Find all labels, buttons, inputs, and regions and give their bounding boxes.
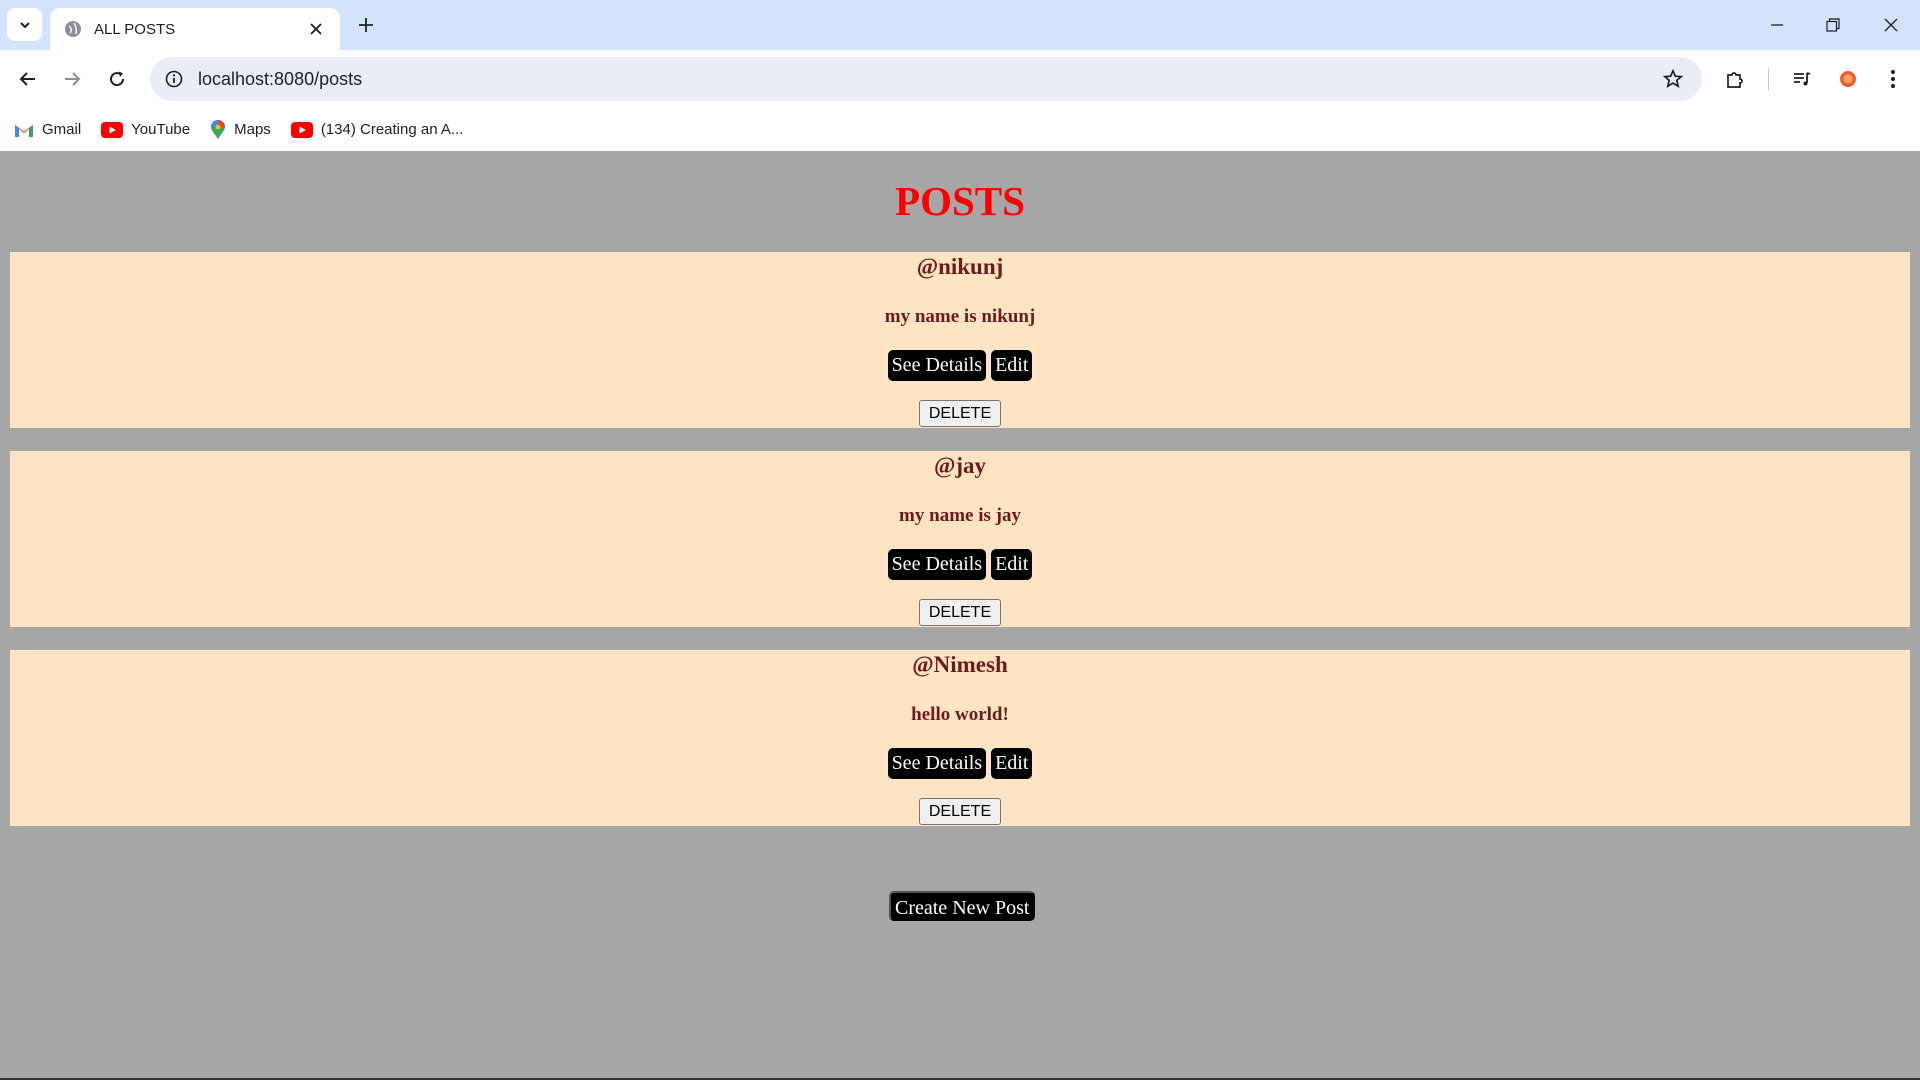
youtube-icon [290, 121, 313, 138]
see-details-button[interactable]: See Details [887, 350, 987, 381]
toolbar-separator [1768, 68, 1769, 90]
see-details-button[interactable]: See Details [887, 748, 987, 779]
restore-icon [1826, 18, 1840, 32]
post-username: @Nimesh [912, 652, 1008, 677]
reload-icon [110, 71, 125, 87]
post-card: @Nimesh hello world! See Details Edit DE… [10, 650, 1910, 826]
back-button[interactable] [12, 63, 44, 95]
page-title: POSTS [895, 178, 1025, 224]
forward-arrow-icon [65, 72, 81, 86]
bookmark-youtube-video[interactable]: (134) Creating an A... [290, 115, 464, 145]
delete-button[interactable]: DELETE [918, 400, 1002, 427]
bookmark-label: (134) Creating an A... [320, 121, 464, 138]
post-card: @jay my name is jay See Details Edit DEL… [10, 451, 1910, 627]
bookmark-star-icon[interactable] [1658, 64, 1688, 94]
minimize-icon [1771, 24, 1783, 26]
chevron-down-icon [19, 21, 30, 28]
gmail-icon [15, 124, 33, 137]
bookmarks-bar: Gmail YouTube Maps (134) Creating an A..… [0, 108, 1920, 151]
post-card: @nikunj my name is nikunj See Details Ed… [10, 252, 1910, 428]
browser-toolbar: localhost:8080/posts [0, 50, 1920, 108]
globe-icon [65, 21, 81, 37]
kebab-menu-icon [1891, 70, 1895, 88]
delete-button[interactable]: DELETE [918, 798, 1002, 825]
see-details-button[interactable]: See Details [887, 549, 987, 580]
post-username: @jay [933, 453, 987, 478]
browser-menu-button[interactable] [1877, 63, 1909, 95]
site-info-icon[interactable] [161, 66, 187, 92]
puzzle-icon [1727, 72, 1743, 88]
page-content: POSTS @nikunj my name is nikunj See Deta… [0, 151, 1920, 1080]
bookmark-label: YouTube [131, 121, 191, 138]
close-icon [1884, 18, 1898, 32]
reload-button[interactable] [101, 63, 133, 95]
address-bar[interactable]: localhost:8080/posts [150, 57, 1702, 101]
new-tab-button[interactable] [354, 13, 378, 37]
bookmark-gmail[interactable]: Gmail [14, 115, 81, 145]
profile-button[interactable] [1832, 63, 1864, 95]
bookmark-youtube[interactable]: YouTube [101, 115, 190, 145]
youtube-icon [101, 121, 124, 138]
post-username: @nikunj [916, 254, 1004, 279]
bookmark-label: Gmail [42, 121, 82, 138]
bookmark-label: Maps [234, 121, 271, 138]
delete-button[interactable]: DELETE [918, 599, 1002, 626]
maps-icon [211, 119, 226, 139]
restore-button[interactable] [1818, 10, 1848, 40]
avatar [1840, 71, 1856, 87]
url-text[interactable]: localhost:8080/posts [198, 69, 1658, 90]
tab-title: ALL POSTS [94, 20, 176, 38]
bookmark-maps[interactable]: Maps [210, 115, 271, 145]
close-tab-icon[interactable] [306, 19, 326, 39]
back-arrow-icon [19, 72, 35, 86]
edit-button[interactable]: Edit [991, 350, 1033, 381]
media-playlist-icon [1794, 72, 1811, 86]
extensions-button[interactable] [1719, 63, 1751, 95]
edit-button[interactable]: Edit [991, 549, 1033, 580]
tab-strip: ALL POSTS [0, 0, 1920, 50]
post-content: hello world! [911, 704, 1009, 725]
media-control-button[interactable] [1786, 63, 1818, 95]
minimize-button[interactable] [1762, 10, 1792, 40]
active-tab[interactable]: ALL POSTS [50, 8, 340, 50]
close-window-button[interactable] [1876, 10, 1906, 40]
post-content: my name is nikunj [884, 306, 1036, 327]
tab-search-button[interactable] [7, 8, 42, 41]
plus-icon [359, 18, 373, 32]
create-new-post-button[interactable]: Create New Post [889, 891, 1036, 921]
forward-button[interactable] [56, 63, 88, 95]
edit-button[interactable]: Edit [991, 748, 1033, 779]
post-content: my name is jay [899, 505, 1021, 526]
